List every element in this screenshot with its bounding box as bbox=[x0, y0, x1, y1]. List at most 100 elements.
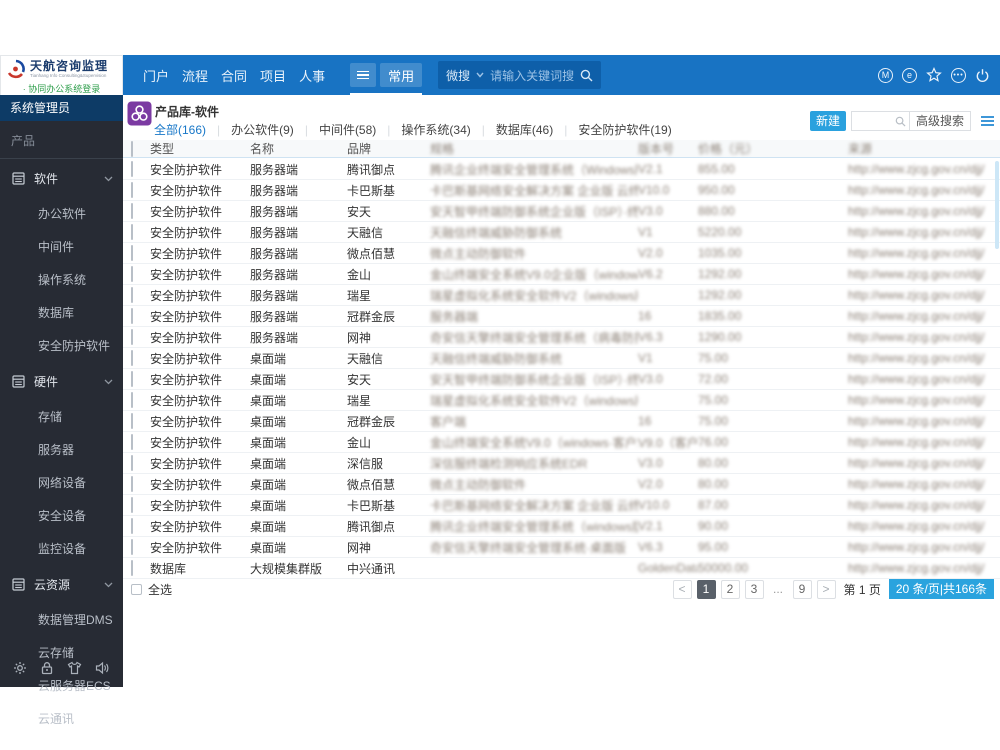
next-page-button[interactable]: > bbox=[816, 579, 836, 599]
page-button-9[interactable]: 9 bbox=[792, 579, 812, 599]
page-button-1[interactable]: 1 bbox=[696, 579, 716, 599]
row-checkbox[interactable] bbox=[131, 476, 133, 492]
sidebar-item[interactable]: 云通讯 bbox=[0, 702, 123, 735]
table-row[interactable]: 安全防护软件 桌面端 卡巴斯基 卡巴斯基网络安全解决方案 企业版 云终端基础防护… bbox=[123, 495, 1000, 516]
row-checkbox[interactable] bbox=[131, 308, 133, 324]
global-search[interactable]: 微搜 请输入关键词搜 bbox=[438, 61, 602, 89]
tab-database[interactable]: 数据库(46) bbox=[471, 121, 553, 138]
table-row[interactable]: 安全防护软件 服务器端 腾讯御点 腾讯企业终端安全管理系统（Windows版） … bbox=[123, 159, 1000, 180]
sidebar-group-software[interactable]: 软件 bbox=[0, 159, 123, 197]
row-checkbox[interactable] bbox=[131, 539, 133, 555]
sidebar-item[interactable]: 数据库 bbox=[0, 296, 123, 329]
star-icon[interactable] bbox=[926, 67, 942, 83]
row-checkbox[interactable] bbox=[131, 287, 133, 303]
page-size-badge[interactable]: 20 条/页|共166条 bbox=[888, 579, 994, 599]
tab-operating-system[interactable]: 操作系统(34) bbox=[376, 121, 470, 138]
new-button[interactable]: 新建 bbox=[809, 111, 846, 131]
nav-item-favorites[interactable]: 常用 bbox=[380, 63, 423, 87]
more-circle-icon[interactable]: ••• bbox=[951, 67, 966, 83]
row-checkbox[interactable] bbox=[131, 518, 133, 534]
tab-security-software[interactable]: 安全防护软件(19) bbox=[553, 121, 671, 138]
row-checkbox[interactable] bbox=[131, 329, 133, 345]
table-row[interactable]: 安全防护软件 服务器端 卡巴斯基 卡巴斯基网络安全解决方案 企业版 云终端基础防… bbox=[123, 180, 1000, 201]
search-input[interactable]: 请输入关键词搜 bbox=[490, 67, 574, 84]
search-scope-label[interactable]: 微搜 bbox=[446, 67, 470, 84]
table-row[interactable]: 安全防护软件 桌面端 深信服 深信服终端检测响应系统EDR V3.0 80.00… bbox=[123, 453, 1000, 474]
sidebar-group-hardware[interactable]: 硬件 bbox=[0, 362, 123, 400]
table-search-input[interactable] bbox=[850, 111, 909, 131]
page-button-2[interactable]: 2 bbox=[720, 579, 740, 599]
sidebar-item[interactable]: 网络设备 bbox=[0, 466, 123, 499]
sidebar-item[interactable]: 安全设备 bbox=[0, 499, 123, 532]
advanced-search-button[interactable]: 高级搜索 bbox=[908, 111, 971, 131]
sidebar-item[interactable]: 服务器 bbox=[0, 433, 123, 466]
column-header-source[interactable]: 来源 bbox=[848, 140, 1000, 157]
select-all-checkbox[interactable] bbox=[131, 583, 142, 595]
row-checkbox[interactable] bbox=[131, 560, 133, 576]
row-checkbox[interactable] bbox=[131, 497, 133, 513]
column-header-version[interactable]: 版本号 bbox=[638, 140, 698, 157]
sidebar-item[interactable]: 操作系统 bbox=[0, 263, 123, 296]
row-checkbox[interactable] bbox=[131, 392, 133, 408]
table-row[interactable]: 安全防护软件 服务器端 网神 奇安信天擎终端安全管理系统（病毒防护） V6.3 … bbox=[123, 327, 1000, 348]
nav-item[interactable]: 合同 bbox=[218, 66, 250, 85]
row-checkbox[interactable] bbox=[131, 182, 133, 198]
row-checkbox[interactable] bbox=[131, 434, 133, 450]
row-checkbox[interactable] bbox=[131, 350, 133, 366]
table-row[interactable]: 安全防护软件 桌面端 微点佰慧 微点主动防御软件 V2.0 80.00 http… bbox=[123, 474, 1000, 495]
row-checkbox[interactable] bbox=[131, 413, 133, 429]
table-row[interactable]: 安全防护软件 桌面端 金山 金山终端安全系统V9.0（windows·客户端） … bbox=[123, 432, 1000, 453]
nav-item[interactable]: 流程 bbox=[179, 66, 211, 85]
prev-page-button[interactable]: < bbox=[672, 579, 692, 599]
table-row[interactable]: 安全防护软件 服务器端 安天 安天智甲终端防御系统企业版（ISP）·终端防护版本… bbox=[123, 201, 1000, 222]
page-button-3[interactable]: 3 bbox=[744, 579, 764, 599]
table-row[interactable]: 安全防护软件 服务器端 天融信 天融信终端威胁防御系统 V1 5220.00 h… bbox=[123, 222, 1000, 243]
table-row[interactable]: 数据库 大规模集群版 中兴通讯 GoldenData v... 50000.00… bbox=[123, 558, 1000, 579]
table-scrollbar[interactable] bbox=[995, 161, 999, 249]
table-row[interactable]: 安全防护软件 桌面端 腾讯御点 腾讯企业终端安全管理系统（windows版）·V… bbox=[123, 516, 1000, 537]
sidebar-item[interactable]: 存储 bbox=[0, 400, 123, 433]
nav-item[interactable]: 人事 bbox=[296, 66, 328, 85]
search-icon[interactable] bbox=[580, 69, 593, 82]
power-icon[interactable] bbox=[975, 68, 990, 83]
header-checkbox[interactable] bbox=[131, 140, 133, 157]
tab-middleware[interactable]: 中间件(58) bbox=[294, 121, 376, 138]
table-row[interactable]: 安全防护软件 桌面端 网神 奇安信天擎终端安全管理系统·桌面版 V6.3 95.… bbox=[123, 537, 1000, 558]
row-checkbox[interactable] bbox=[131, 371, 133, 387]
tab-all[interactable]: 全部(166) bbox=[154, 121, 206, 138]
row-checkbox[interactable] bbox=[131, 245, 133, 261]
sidebar-item[interactable]: 中间件 bbox=[0, 230, 123, 263]
row-checkbox[interactable] bbox=[131, 455, 133, 471]
table-row[interactable]: 安全防护软件 桌面端 瑞星 瑞星虚拟化系统安全软件V2（windows版·桌面版… bbox=[123, 390, 1000, 411]
sidebar-item[interactable]: 办公软件 bbox=[0, 197, 123, 230]
column-header-type[interactable]: 类型 bbox=[150, 140, 250, 157]
table-row[interactable]: 安全防护软件 桌面端 安天 安天智甲终端防御系统企业版（ISP）·终端防护版本 … bbox=[123, 369, 1000, 390]
tab-office-software[interactable]: 办公软件(9) bbox=[206, 121, 294, 138]
nav-item[interactable]: 门户 bbox=[140, 66, 172, 85]
row-checkbox[interactable] bbox=[131, 161, 133, 177]
sidebar-item[interactable]: 安全防护软件 bbox=[0, 329, 123, 362]
table-row[interactable]: 安全防护软件 服务器端 冠群金辰 服务器端 16 1835.00 http://… bbox=[123, 306, 1000, 327]
message-circle-icon[interactable]: e bbox=[902, 67, 917, 83]
column-header-name[interactable]: 名称 bbox=[250, 140, 347, 157]
list-view-icon[interactable] bbox=[981, 116, 994, 126]
sidebar-group-cloud[interactable]: 云资源 bbox=[0, 565, 123, 603]
row-checkbox[interactable] bbox=[131, 266, 133, 282]
oa-login-link[interactable]: · 协同办公系统登录 bbox=[6, 82, 117, 95]
nav-item[interactable]: 项目 bbox=[257, 66, 289, 85]
hamburger-menu-icon[interactable] bbox=[350, 63, 377, 87]
theme-shirt-icon[interactable] bbox=[66, 660, 83, 676]
row-checkbox[interactable] bbox=[131, 224, 133, 240]
table-row[interactable]: 安全防护软件 服务器端 金山 金山终端安全系统V9.0企业版（windows服务… bbox=[123, 264, 1000, 285]
table-row[interactable]: 安全防护软件 桌面端 天融信 天融信终端威胁防御系统 V1 75.00 http… bbox=[123, 348, 1000, 369]
sound-speaker-icon[interactable] bbox=[94, 660, 111, 676]
table-row[interactable]: 安全防护软件 桌面端 冠群金辰 客户端 16 75.00 http://www.… bbox=[123, 411, 1000, 432]
lock-icon[interactable] bbox=[39, 660, 55, 676]
sidebar-item[interactable]: 数据管理DMS bbox=[0, 603, 123, 636]
m-circle-icon[interactable]: M bbox=[878, 67, 893, 83]
settings-gear-icon[interactable] bbox=[12, 660, 28, 676]
column-header-brand[interactable]: 品牌 bbox=[347, 140, 430, 157]
row-checkbox[interactable] bbox=[131, 203, 133, 219]
table-row[interactable]: 安全防护软件 服务器端 瑞星 瑞星虚拟化系统安全软件V2（windows版·服务… bbox=[123, 285, 1000, 306]
column-header-price[interactable]: 价格（元） bbox=[698, 140, 848, 157]
